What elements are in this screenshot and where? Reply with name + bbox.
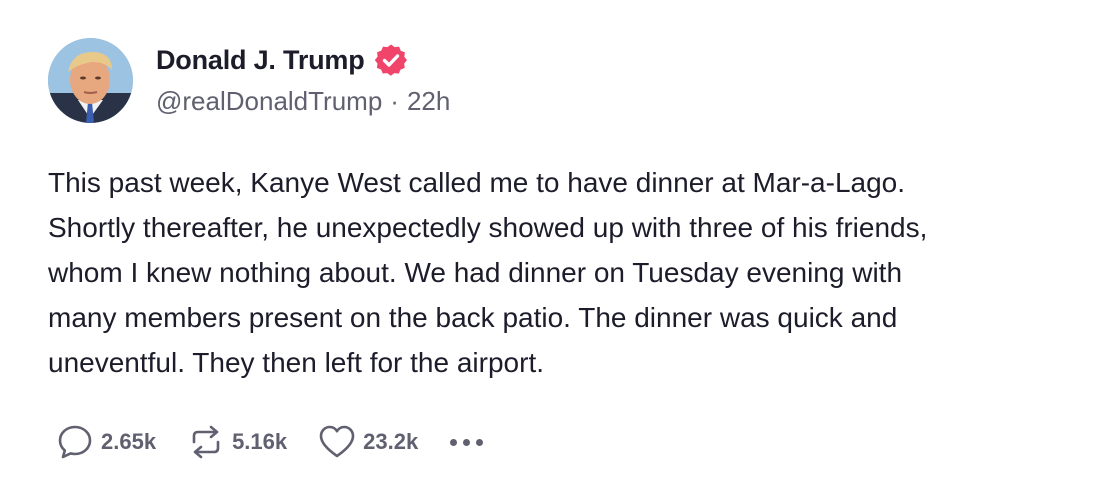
like-button[interactable]: 23.2k: [317, 422, 418, 462]
repost-button[interactable]: 5.16k: [186, 422, 287, 462]
more-dot: [450, 438, 458, 446]
repost-icon: [186, 422, 226, 462]
author-display-name[interactable]: Donald J. Trump: [156, 45, 365, 76]
more-icon[interactable]: [450, 422, 484, 462]
verified-badge-icon: [374, 44, 407, 76]
post-card: Donald J. Trump @realDonaldTrump · 22h T…: [0, 0, 1110, 492]
repost-count: 5.16k: [232, 429, 288, 454]
author-handle[interactable]: @realDonaldTrump: [156, 86, 382, 117]
more-dot: [476, 438, 484, 446]
meta-separator: ·: [390, 86, 399, 116]
more-dot: [463, 438, 471, 446]
action-bar: 2.65k 5.16k 23.2k: [55, 420, 484, 464]
reply-button[interactable]: 2.65k: [55, 422, 156, 462]
reply-count: 2.65k: [101, 429, 157, 454]
avatar[interactable]: [48, 38, 133, 123]
post-timestamp[interactable]: 22h: [407, 86, 450, 117]
author-meta: @realDonaldTrump · 22h: [156, 86, 450, 117]
reply-icon: [55, 422, 95, 462]
profile-photo: [48, 38, 133, 123]
author-name-row: Donald J. Trump: [156, 40, 407, 80]
like-count: 23.2k: [363, 429, 419, 454]
post-body: This past week, Kanye West called me to …: [48, 167, 928, 378]
heart-icon: [317, 422, 357, 462]
